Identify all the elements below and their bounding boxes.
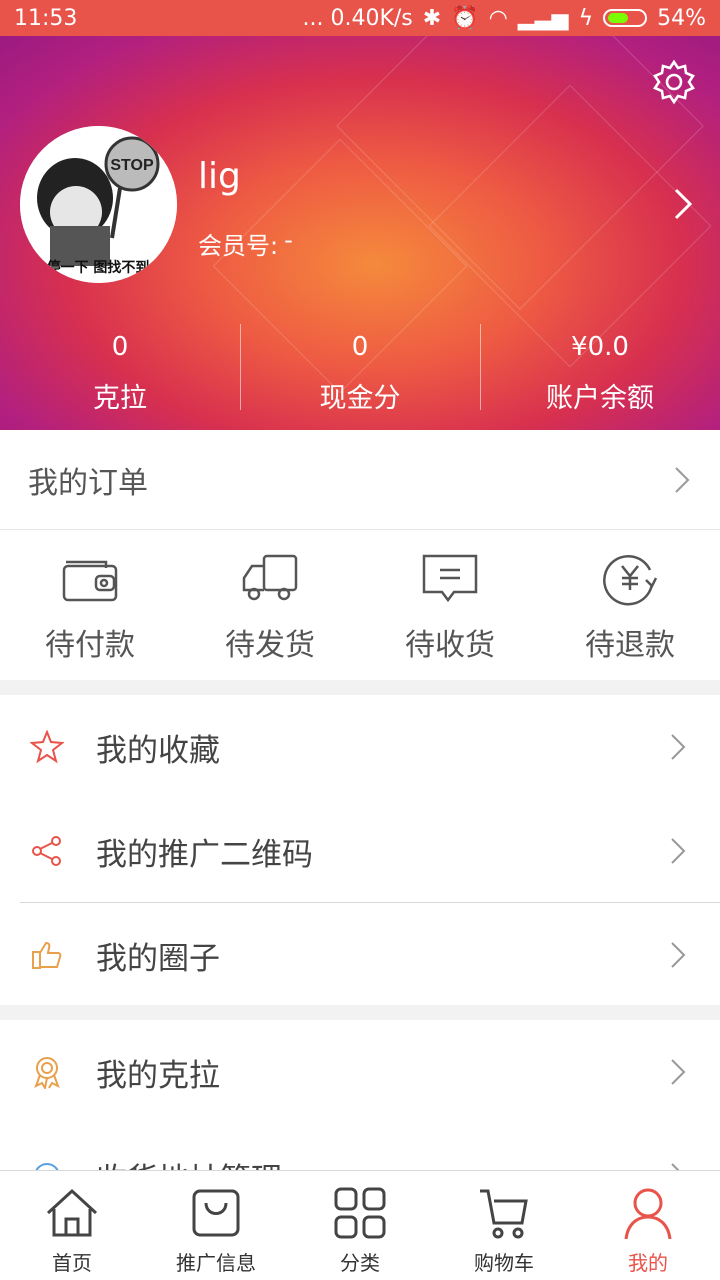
menu-label: 我的圈子 xyxy=(96,940,220,977)
menu-item-address[interactable]: 收货地址管理 xyxy=(0,1124,720,1170)
thumbs-up-icon xyxy=(32,941,62,969)
home-icon xyxy=(46,1188,98,1237)
chevron-right-icon xyxy=(671,942,686,968)
cart-icon xyxy=(480,1189,528,1239)
menu-label: 我的收藏 xyxy=(96,732,220,769)
wallet-icon xyxy=(62,560,118,602)
award-icon xyxy=(34,1057,60,1089)
stat-balance[interactable]: ¥0.0 账户余额 xyxy=(480,324,720,414)
my-orders-row[interactable]: 我的订单 xyxy=(0,430,720,530)
truck-icon xyxy=(242,554,298,601)
username: lig xyxy=(198,156,241,197)
bottom-tab-bar: 首页 推广信息 分类 购物车 我的 xyxy=(0,1170,720,1280)
battery-icon xyxy=(603,9,648,27)
stat-label: 克拉 xyxy=(93,383,147,414)
charging-icon: ϟ xyxy=(578,5,594,31)
battery-percent: 54% xyxy=(657,5,706,31)
tab-mine[interactable]: 我的 xyxy=(576,1171,720,1280)
grid-icon xyxy=(334,1187,386,1239)
signal-icon: ▂▃▅ xyxy=(517,5,569,31)
order-pending-receipt[interactable]: 待收货 xyxy=(360,530,540,680)
tab-label: 首页 xyxy=(52,1251,92,1275)
chevron-right-icon xyxy=(671,1163,680,1170)
bluetooth-icon: ✱ xyxy=(422,5,442,31)
stats-bar: 0 克拉 0 现金分 ¥0.0 账户余额 xyxy=(0,324,720,414)
order-label: 待发货 xyxy=(225,628,315,663)
wifi-icon: ◠ xyxy=(488,5,508,31)
menu-label: 我的推广二维码 xyxy=(96,836,313,873)
tab-cart[interactable]: 购物车 xyxy=(432,1171,576,1280)
tab-label: 推广信息 xyxy=(176,1251,256,1275)
menu-item-circle[interactable]: 我的圈子 xyxy=(0,903,720,1007)
stat-value: 0 xyxy=(351,332,369,362)
tab-home[interactable]: 首页 xyxy=(0,1171,144,1280)
chevron-right-icon xyxy=(671,838,686,864)
chevron-right-icon xyxy=(671,734,686,760)
location-icon xyxy=(35,1163,59,1170)
menu-label: 我的克拉 xyxy=(96,1057,220,1094)
network-speed: ... 0.40K/s xyxy=(302,5,413,31)
orders-card: 我的订单 待付款 待发货 待收货 待退款 xyxy=(0,430,720,680)
stat-label: 账户余额 xyxy=(546,383,654,414)
gear-icon[interactable] xyxy=(650,58,698,106)
chevron-right-icon xyxy=(675,466,690,493)
member-label: 会员号: xyxy=(198,232,279,260)
menu-item-favorites[interactable]: 我的收藏 xyxy=(0,695,720,799)
bag-icon xyxy=(192,1189,240,1237)
my-orders-title: 我的订单 xyxy=(28,465,148,501)
refund-icon xyxy=(603,555,658,606)
tab-label: 我的 xyxy=(628,1251,668,1275)
order-label: 待收货 xyxy=(405,628,495,663)
order-label: 待退款 xyxy=(585,628,675,663)
order-pending-payment[interactable]: 待付款 xyxy=(0,530,180,680)
stat-value: 0 xyxy=(111,332,129,362)
star-icon xyxy=(30,730,64,764)
member-value: - xyxy=(284,226,293,254)
stat-value: ¥0.0 xyxy=(571,332,629,362)
tab-label: 分类 xyxy=(340,1251,380,1275)
stat-label: 现金分 xyxy=(319,383,401,414)
menu-item-carat[interactable]: 我的克拉 xyxy=(0,1020,720,1124)
menu-group-2: 我的克拉 收货地址管理 xyxy=(0,1020,720,1170)
avatar[interactable]: STOP 停一下 图找不到 xyxy=(20,126,177,283)
status-bar: 11:53 ... 0.40K/s ✱ ⏰ ◠ ▂▃▅ ϟ 54% xyxy=(0,0,720,36)
avatar-image: STOP 停一下 图找不到 xyxy=(20,126,177,283)
stat-carat[interactable]: 0 克拉 xyxy=(0,324,240,414)
share-icon xyxy=(32,836,61,866)
member-number: 会员号: - xyxy=(198,226,293,261)
message-icon xyxy=(422,554,478,603)
status-time: 11:53 xyxy=(14,5,78,31)
order-pending-refund[interactable]: 待退款 xyxy=(540,530,720,680)
menu-item-qrcode[interactable]: 我的推广二维码 xyxy=(0,799,720,903)
menu-label: 收货地址管理 xyxy=(96,1154,670,1171)
chevron-right-icon[interactable] xyxy=(672,186,694,222)
alarm-icon: ⏰ xyxy=(451,5,479,31)
order-label: 待付款 xyxy=(45,628,135,663)
menu-group-1: 我的收藏 我的推广二维码 我的圈子 xyxy=(0,695,720,1005)
stat-cash-points[interactable]: 0 现金分 xyxy=(240,324,480,414)
svg-text:停一下 图找不到: 停一下 图找不到 xyxy=(47,259,150,276)
tab-category[interactable]: 分类 xyxy=(288,1171,432,1280)
tab-label: 购物车 xyxy=(474,1251,534,1275)
svg-text:STOP: STOP xyxy=(110,157,154,174)
chevron-right-icon xyxy=(671,1059,686,1085)
profile-header: STOP 停一下 图找不到 lig 会员号: - 0 克拉 0 现金分 ¥0.0… xyxy=(0,36,720,430)
user-icon xyxy=(624,1188,672,1240)
order-pending-shipment[interactable]: 待发货 xyxy=(180,530,360,680)
tab-promotion[interactable]: 推广信息 xyxy=(144,1171,288,1280)
